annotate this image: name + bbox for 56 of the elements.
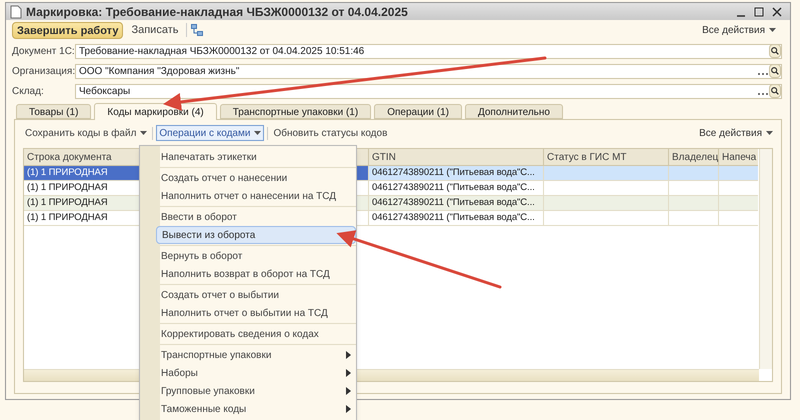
- search-icon[interactable]: [769, 64, 781, 78]
- document-icon: [10, 4, 22, 18]
- table-cell-text: (1) 1 ПРИРОДНАЯ: [26, 166, 108, 180]
- toolbar-button[interactable]: Обновить статусы кодов: [271, 125, 390, 141]
- field-label: Склад:: [12, 84, 45, 98]
- menu-item[interactable]: Наполнить отчет о выбытии на ТСД: [156, 304, 356, 322]
- menu-item[interactable]: Наполнить возврат в оборот на ТСД: [156, 265, 356, 283]
- all-actions-button[interactable]: Все действия: [702, 22, 776, 38]
- menu-item[interactable]: Таможенные коды: [156, 400, 356, 418]
- window-title: Маркировка: Требование-накладная ЧБЗЖ0000132 от 04.04.2025: [26, 4, 408, 20]
- table-cell-text: (1) 1 ПРИРОДНАЯ: [26, 211, 108, 225]
- menu-item[interactable]: Корректировать сведения о кодах: [156, 325, 356, 343]
- menu-item[interactable]: Вывести из оборота: [156, 226, 356, 244]
- search-icon[interactable]: [769, 44, 781, 58]
- input-field[interactable]: Чебоксары: [75, 84, 782, 98]
- menu-item[interactable]: Наборы: [156, 364, 356, 382]
- close-icon[interactable]: [772, 6, 782, 16]
- menu-item[interactable]: Групповые упаковки: [156, 382, 356, 400]
- tab[interactable]: Транспортные упаковки (1): [220, 104, 372, 119]
- table-cell-text: (1) 1 ПРИРОДНАЯ: [26, 181, 108, 195]
- submenu-arrow-icon: [346, 351, 351, 359]
- table-cell-text: 04612743890211 ("Питьевая вода"С...: [371, 166, 536, 180]
- menu-item[interactable]: Ввести в оборот: [156, 208, 356, 226]
- vertical-scrollbar[interactable]: [759, 149, 772, 369]
- submenu-arrow-icon: [346, 387, 351, 395]
- input-field[interactable]: ООО "Компания "Здоровая жизнь": [75, 64, 782, 78]
- menu-item[interactable]: Вернуть в оборот: [156, 247, 356, 265]
- toolbar-button[interactable]: Операции с кодами: [156, 125, 264, 141]
- submenu-arrow-icon: [346, 369, 351, 377]
- submenu-arrow-icon: [346, 405, 351, 413]
- tab[interactable]: Товары (1): [16, 104, 92, 119]
- column-header[interactable]: Статус в ГИС МТ: [544, 149, 669, 165]
- menu-item[interactable]: Транспортные упаковки: [156, 346, 356, 364]
- maximize-icon[interactable]: [754, 6, 764, 16]
- field-label: Документ 1С:: [12, 44, 75, 58]
- table-cell-text: (1) 1 ПРИРОДНАЯ: [26, 196, 108, 210]
- table-cell-text: 04612743890211 ("Питьевая вода"С...: [371, 196, 536, 210]
- menu-item[interactable]: Создать отчет о выбытии: [156, 286, 356, 304]
- menu-item[interactable]: Напечатать этикетки: [156, 148, 356, 166]
- save-button[interactable]: Записать: [127, 22, 182, 38]
- column-header[interactable]: GTIN: [369, 149, 544, 165]
- column-header[interactable]: Владелец: [669, 149, 719, 165]
- table-cell-text: 04612743890211 ("Питьевая вода"С...: [371, 211, 536, 225]
- tab[interactable]: Дополнительно: [464, 104, 563, 119]
- input-field[interactable]: Требование-накладная ЧБЗЖ0000132 от 04.04.2025 10:51:46: [75, 44, 782, 58]
- caret-icon: [766, 131, 773, 135]
- tab[interactable]: Коды маркировки (4): [94, 103, 217, 120]
- toolbar-button[interactable]: Сохранить коды в файл: [23, 125, 150, 141]
- search-icon[interactable]: [769, 84, 781, 98]
- table-cell-text: 04612743890211 ("Питьевая вода"С...: [371, 181, 536, 195]
- all-actions-button[interactable]: Все действия: [699, 126, 773, 140]
- field-label: Организация:: [12, 64, 75, 78]
- finish-work-button[interactable]: Завершить работу: [12, 22, 124, 38]
- tab[interactable]: Операции (1): [374, 104, 462, 119]
- caret-icon: [769, 28, 776, 32]
- structure-icon[interactable]: [191, 24, 204, 36]
